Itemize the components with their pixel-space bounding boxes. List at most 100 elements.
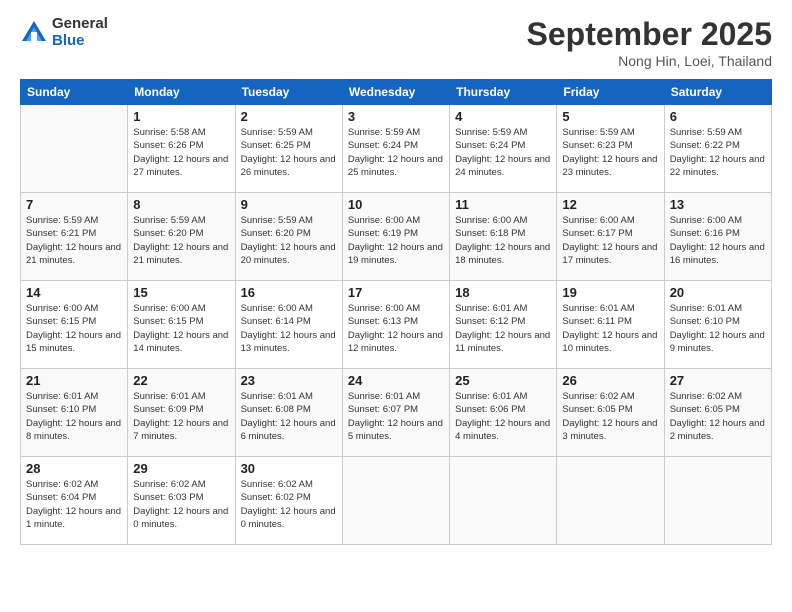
cell-date: 23 bbox=[241, 373, 337, 388]
day-header-monday: Monday bbox=[128, 80, 235, 105]
cell-date: 28 bbox=[26, 461, 122, 476]
day-header-saturday: Saturday bbox=[664, 80, 771, 105]
cell-date: 10 bbox=[348, 197, 444, 212]
day-header-wednesday: Wednesday bbox=[342, 80, 449, 105]
cell-info: Sunrise: 5:58 AM Sunset: 6:26 PM Dayligh… bbox=[133, 126, 229, 179]
cell-info: Sunrise: 5:59 AM Sunset: 6:24 PM Dayligh… bbox=[455, 126, 551, 179]
title-block: September 2025 Nong Hin, Loei, Thailand bbox=[527, 16, 772, 69]
cell-info: Sunrise: 6:02 AM Sunset: 6:05 PM Dayligh… bbox=[670, 390, 766, 443]
table-row: 7 Sunrise: 5:59 AM Sunset: 6:21 PM Daylig… bbox=[21, 193, 128, 281]
logo-text: General Blue bbox=[52, 16, 108, 49]
cell-date: 3 bbox=[348, 109, 444, 124]
cell-info: Sunrise: 5:59 AM Sunset: 6:21 PM Dayligh… bbox=[26, 214, 122, 267]
cell-info: Sunrise: 6:00 AM Sunset: 6:16 PM Dayligh… bbox=[670, 214, 766, 267]
cell-info: Sunrise: 5:59 AM Sunset: 6:20 PM Dayligh… bbox=[133, 214, 229, 267]
table-row: 18Sunrise: 6:01 AM Sunset: 6:12 PM Dayli… bbox=[450, 281, 557, 369]
cell-info: Sunrise: 5:59 AM Sunset: 6:24 PM Dayligh… bbox=[348, 126, 444, 179]
cell-date: 27 bbox=[670, 373, 766, 388]
cell-date: 14 bbox=[26, 285, 122, 300]
cell-date: 5 bbox=[562, 109, 658, 124]
table-row: 8 Sunrise: 5:59 AM Sunset: 6:20 PM Daylig… bbox=[128, 193, 235, 281]
table-row: 23 Sunrise: 6:01 AM Sunset: 6:08 PM Dayli… bbox=[235, 369, 342, 457]
cell-date: 1 bbox=[133, 109, 229, 124]
table-row: 13 Sunrise: 6:00 AM Sunset: 6:16 PM Dayli… bbox=[664, 193, 771, 281]
table-row: 12 Sunrise: 6:00 AM Sunset: 6:17 PM Dayli… bbox=[557, 193, 664, 281]
table-row: 9Sunrise: 5:59 AM Sunset: 6:20 PM Daylig… bbox=[235, 193, 342, 281]
cell-date: 7 bbox=[26, 197, 122, 212]
day-header-friday: Friday bbox=[557, 80, 664, 105]
cell-date: 26 bbox=[562, 373, 658, 388]
cell-date: 8 bbox=[133, 197, 229, 212]
table-row: 29 Sunrise: 6:02 AM Sunset: 6:03 PM Dayli… bbox=[128, 457, 235, 545]
cell-info: Sunrise: 6:01 AM Sunset: 6:10 PM Dayligh… bbox=[670, 302, 766, 355]
logo-icon bbox=[20, 19, 48, 47]
cell-info: Sunrise: 6:00 AM Sunset: 6:14 PM Dayligh… bbox=[241, 302, 337, 355]
cell-info: Sunrise: 5:59 AM Sunset: 6:25 PM Dayligh… bbox=[241, 126, 337, 179]
location-subtitle: Nong Hin, Loei, Thailand bbox=[527, 53, 772, 69]
cell-info: Sunrise: 6:00 AM Sunset: 6:19 PM Dayligh… bbox=[348, 214, 444, 267]
cell-info: Sunrise: 6:00 AM Sunset: 6:15 PM Dayligh… bbox=[26, 302, 122, 355]
cell-info: Sunrise: 6:00 AM Sunset: 6:18 PM Dayligh… bbox=[455, 214, 551, 267]
table-row: 11 Sunrise: 6:00 AM Sunset: 6:18 PM Dayli… bbox=[450, 193, 557, 281]
table-row: 2Sunrise: 5:59 AM Sunset: 6:25 PM Daylig… bbox=[235, 105, 342, 193]
month-title: September 2025 bbox=[527, 16, 772, 53]
cell-date: 15 bbox=[133, 285, 229, 300]
cell-date: 30 bbox=[241, 461, 337, 476]
cell-info: Sunrise: 6:02 AM Sunset: 6:05 PM Dayligh… bbox=[562, 390, 658, 443]
table-row: 21Sunrise: 6:01 AM Sunset: 6:10 PM Dayli… bbox=[21, 369, 128, 457]
cell-date: 6 bbox=[670, 109, 766, 124]
calendar-week-row: 14 Sunrise: 6:00 AM Sunset: 6:15 PM Dayli… bbox=[21, 281, 772, 369]
calendar-week-row: 21Sunrise: 6:01 AM Sunset: 6:10 PM Dayli… bbox=[21, 369, 772, 457]
page: General Blue September 2025 Nong Hin, Lo… bbox=[0, 0, 792, 612]
cell-info: Sunrise: 6:01 AM Sunset: 6:07 PM Dayligh… bbox=[348, 390, 444, 443]
table-row bbox=[557, 457, 664, 545]
table-row bbox=[21, 105, 128, 193]
table-row: 15Sunrise: 6:00 AM Sunset: 6:15 PM Dayli… bbox=[128, 281, 235, 369]
day-header-sunday: Sunday bbox=[21, 80, 128, 105]
cell-info: Sunrise: 5:59 AM Sunset: 6:22 PM Dayligh… bbox=[670, 126, 766, 179]
cell-info: Sunrise: 6:01 AM Sunset: 6:11 PM Dayligh… bbox=[562, 302, 658, 355]
cell-date: 4 bbox=[455, 109, 551, 124]
table-row: 27 Sunrise: 6:02 AM Sunset: 6:05 PM Dayli… bbox=[664, 369, 771, 457]
logo-blue-text: Blue bbox=[52, 33, 108, 50]
cell-date: 25 bbox=[455, 373, 551, 388]
table-row: 6 Sunrise: 5:59 AM Sunset: 6:22 PM Daylig… bbox=[664, 105, 771, 193]
calendar-week-row: 7 Sunrise: 5:59 AM Sunset: 6:21 PM Daylig… bbox=[21, 193, 772, 281]
table-row: 25 Sunrise: 6:01 AM Sunset: 6:06 PM Dayli… bbox=[450, 369, 557, 457]
cell-info: Sunrise: 6:00 AM Sunset: 6:13 PM Dayligh… bbox=[348, 302, 444, 355]
cell-date: 13 bbox=[670, 197, 766, 212]
logo: General Blue bbox=[20, 16, 108, 49]
day-header-tuesday: Tuesday bbox=[235, 80, 342, 105]
cell-date: 18 bbox=[455, 285, 551, 300]
table-row bbox=[664, 457, 771, 545]
cell-date: 12 bbox=[562, 197, 658, 212]
table-row: 3 Sunrise: 5:59 AM Sunset: 6:24 PM Daylig… bbox=[342, 105, 449, 193]
cell-date: 11 bbox=[455, 197, 551, 212]
calendar-header-row: Sunday Monday Tuesday Wednesday Thursday… bbox=[21, 80, 772, 105]
logo-general-text: General bbox=[52, 16, 108, 33]
table-row: 1 Sunrise: 5:58 AM Sunset: 6:26 PM Daylig… bbox=[128, 105, 235, 193]
cell-info: Sunrise: 6:01 AM Sunset: 6:08 PM Dayligh… bbox=[241, 390, 337, 443]
table-row: 30 Sunrise: 6:02 AM Sunset: 6:02 PM Dayli… bbox=[235, 457, 342, 545]
cell-date: 20 bbox=[670, 285, 766, 300]
cell-date: 24 bbox=[348, 373, 444, 388]
table-row: 16Sunrise: 6:00 AM Sunset: 6:14 PM Dayli… bbox=[235, 281, 342, 369]
cell-info: Sunrise: 5:59 AM Sunset: 6:23 PM Dayligh… bbox=[562, 126, 658, 179]
table-row: 22Sunrise: 6:01 AM Sunset: 6:09 PM Dayli… bbox=[128, 369, 235, 457]
cell-info: Sunrise: 6:01 AM Sunset: 6:06 PM Dayligh… bbox=[455, 390, 551, 443]
cell-info: Sunrise: 6:00 AM Sunset: 6:17 PM Dayligh… bbox=[562, 214, 658, 267]
table-row: 20 Sunrise: 6:01 AM Sunset: 6:10 PM Dayli… bbox=[664, 281, 771, 369]
header: General Blue September 2025 Nong Hin, Lo… bbox=[20, 16, 772, 69]
cell-date: 21 bbox=[26, 373, 122, 388]
cell-date: 19 bbox=[562, 285, 658, 300]
cell-info: Sunrise: 6:02 AM Sunset: 6:02 PM Dayligh… bbox=[241, 478, 337, 531]
table-row: 5 Sunrise: 5:59 AM Sunset: 6:23 PM Daylig… bbox=[557, 105, 664, 193]
calendar-week-row: 28Sunrise: 6:02 AM Sunset: 6:04 PM Dayli… bbox=[21, 457, 772, 545]
cell-date: 17 bbox=[348, 285, 444, 300]
cell-date: 9 bbox=[241, 197, 337, 212]
table-row: 26 Sunrise: 6:02 AM Sunset: 6:05 PM Dayli… bbox=[557, 369, 664, 457]
cell-info: Sunrise: 6:02 AM Sunset: 6:03 PM Dayligh… bbox=[133, 478, 229, 531]
table-row bbox=[342, 457, 449, 545]
table-row: 19 Sunrise: 6:01 AM Sunset: 6:11 PM Dayli… bbox=[557, 281, 664, 369]
cell-date: 29 bbox=[133, 461, 229, 476]
